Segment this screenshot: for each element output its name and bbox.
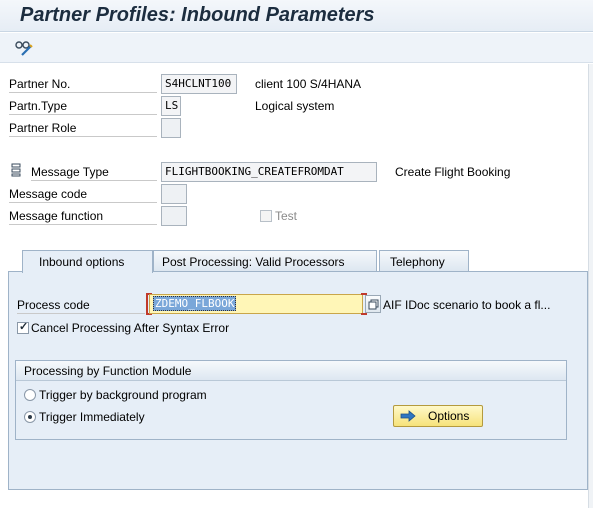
display-change-button[interactable] [12, 38, 36, 58]
right-edge-scrollbar[interactable] [588, 64, 593, 508]
process-code-desc: AIF IDoc scenario to book a fl... [383, 298, 551, 312]
function-module-group: Processing by Function Module Trigger by… [15, 360, 567, 440]
group-title: Processing by Function Module [16, 361, 566, 381]
content-area: Partner No. S4HCLNT100 client 100 S/4HAN… [0, 64, 593, 508]
trigger-background-label: Trigger by background program [39, 388, 207, 402]
trigger-immediately-label: Trigger Immediately [39, 410, 145, 424]
message-type-label: Message Type [31, 165, 157, 181]
tab-telephony[interactable]: Telephony [379, 250, 469, 272]
copy-pages-icon [368, 299, 378, 309]
application-toolbar [0, 33, 593, 63]
partner-role-label: Partner Role [9, 121, 157, 137]
message-code-label: Message code [9, 187, 157, 203]
page-title: Partner Profiles: Inbound Parameters [20, 4, 375, 26]
process-code-detail-button[interactable] [365, 295, 381, 313]
message-function-label: Message function [9, 209, 157, 225]
process-code-label: Process code [17, 298, 145, 314]
tab-strip: Inbound options Post Processing: Valid P… [14, 250, 588, 273]
glasses-edit-icon [15, 41, 33, 56]
partner-no-desc: client 100 S/4HANA [255, 77, 362, 91]
cancel-processing-checkbox[interactable] [17, 320, 29, 334]
message-type-field[interactable]: FLIGHTBOOKING_CREATEFROMDAT [161, 162, 377, 182]
options-button-label: Options [428, 409, 470, 423]
cancel-processing-label: Cancel Processing After Syntax Error [31, 321, 230, 335]
partner-no-field[interactable]: S4HCLNT100 [161, 74, 237, 94]
test-label: Test [275, 209, 298, 223]
tab-label: Inbound options [39, 255, 125, 269]
partner-role-field[interactable] [161, 118, 181, 138]
process-code-value: ZDEMO_FLBOOK [153, 296, 237, 311]
inbound-options-panel: Process code ZDEMO_FLBOOK AIF IDoc scena… [8, 271, 588, 490]
options-button[interactable]: Options [393, 405, 483, 427]
arrow-right-icon [400, 410, 416, 422]
tab-inbound-options[interactable]: Inbound options [22, 250, 153, 273]
message-code-field[interactable] [161, 184, 187, 204]
partner-type-desc: Logical system [255, 99, 335, 113]
message-type-desc: Create Flight Booking [395, 165, 511, 179]
title-bar: Partner Profiles: Inbound Parameters [0, 0, 593, 32]
partner-type-field[interactable]: LS [161, 96, 181, 116]
partner-type-label: Partn.Type [9, 99, 157, 115]
hierarchy-icon[interactable] [11, 163, 21, 177]
tab-post-processing[interactable]: Post Processing: Valid Processors [153, 250, 377, 272]
message-function-field[interactable] [161, 206, 187, 226]
test-checkbox[interactable] [260, 210, 272, 222]
trigger-background-radio[interactable] [24, 389, 36, 401]
tab-label: Telephony [390, 255, 445, 269]
tab-label: Post Processing: Valid Processors [162, 255, 345, 269]
process-code-field[interactable]: ZDEMO_FLBOOK [149, 294, 363, 314]
trigger-immediately-radio[interactable] [24, 411, 36, 423]
partner-no-label: Partner No. [9, 77, 157, 93]
